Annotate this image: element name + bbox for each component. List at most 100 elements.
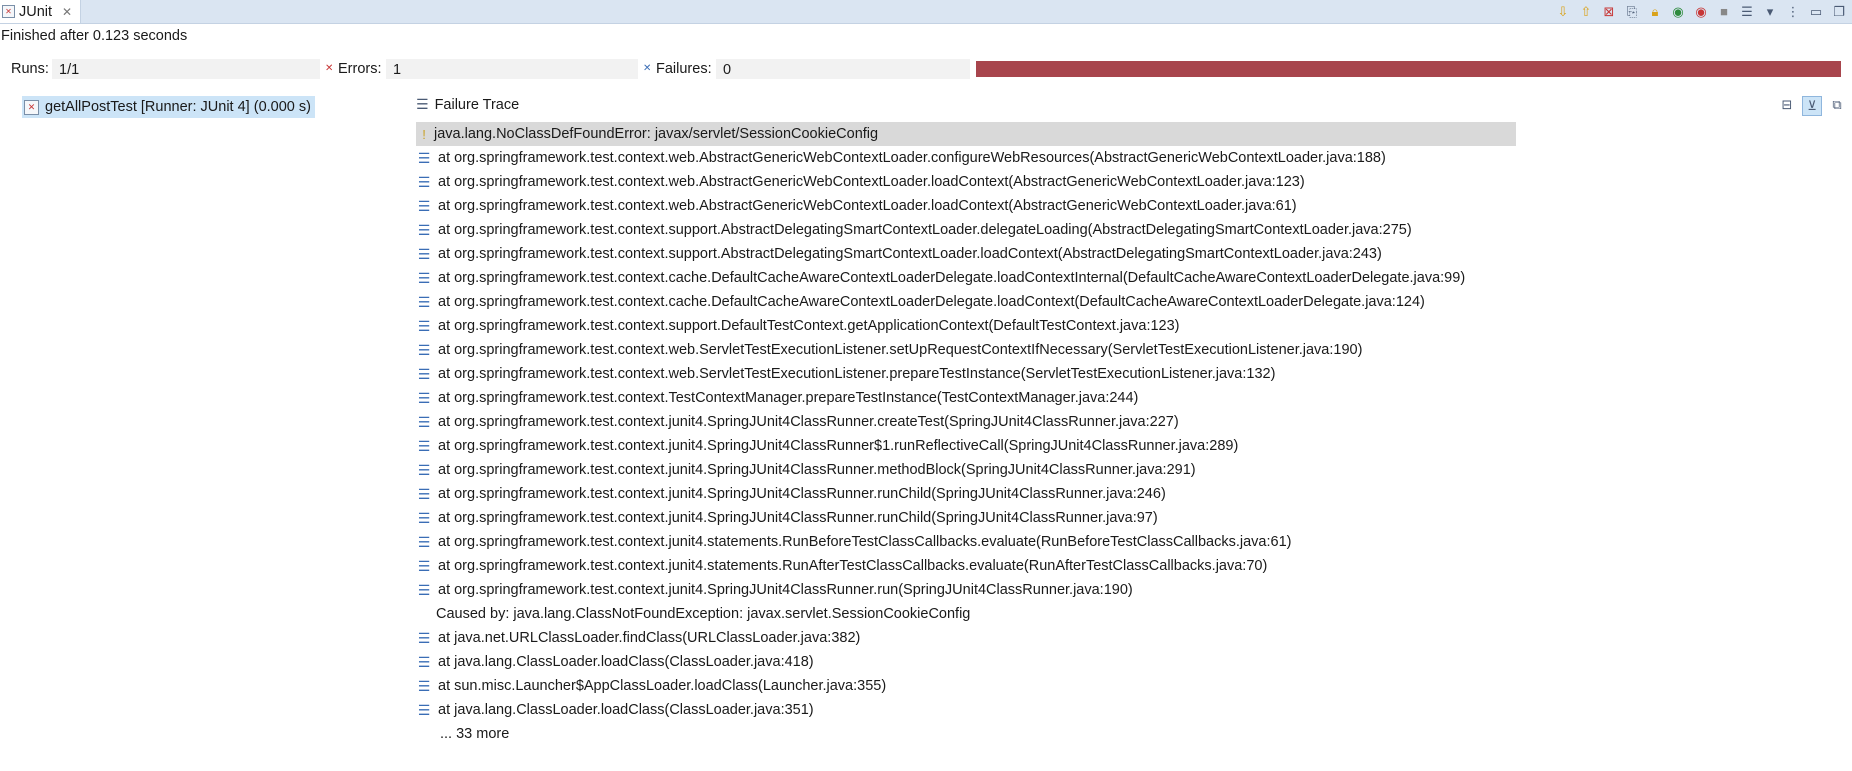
- stack-frame-icon: ☰: [417, 149, 431, 166]
- stack-frame-row[interactable]: ☰ at org.springframework.test.context.jun…: [416, 434, 1516, 458]
- stack-frame-text: at org.springframework.test.context.supp…: [438, 246, 1382, 262]
- junit-tab-label: JUnit: [19, 3, 53, 20]
- show-failures-only-icon[interactable]: ⊠: [1600, 3, 1618, 21]
- run-status-text: Finished after 0.123 seconds: [1, 28, 188, 44]
- stack-frame-row[interactable]: ☰ at org.springframework.test.context.web…: [416, 338, 1516, 362]
- stack-frame-icon: ☰: [417, 437, 431, 454]
- runs-label: Runs:: [11, 61, 49, 77]
- caused-by-row[interactable]: Caused by: java.lang.ClassNotFoundExcept…: [416, 602, 1516, 626]
- show-skipped-only-icon[interactable]: ⎘: [1623, 3, 1641, 21]
- exception-icon: !: [422, 126, 426, 142]
- stack-frame-icon: ☰: [417, 317, 431, 334]
- stack-frame-icon: ☰: [417, 341, 431, 358]
- stack-frame-text: at org.springframework.test.context.juni…: [438, 534, 1292, 550]
- stack-frame-row[interactable]: ☰ at org.springframework.test.context.jun…: [416, 506, 1516, 530]
- stack-frame-icon: ☰: [417, 413, 431, 430]
- stack-frame-icon: ☰: [417, 245, 431, 262]
- junit-tab[interactable]: ✕ JUnit ✕: [0, 0, 82, 23]
- stack-frame-row[interactable]: ☰ at org.springframework.test.context.jun…: [416, 482, 1516, 506]
- stack-frame-row[interactable]: ☰ at org.springframework.test.context.sup…: [416, 218, 1516, 242]
- stack-frame-row[interactable]: ☰ at org.springframework.test.context.jun…: [416, 410, 1516, 434]
- stack-frame-row[interactable]: ☰ at org.springframework.test.context.cac…: [416, 290, 1516, 314]
- stack-frame-row[interactable]: ☰ at java.lang.ClassLoader.loadClass(Clas…: [416, 698, 1516, 722]
- rerun-test-icon[interactable]: ◉: [1669, 3, 1687, 21]
- previous-failure-icon[interactable]: ⇧: [1577, 3, 1595, 21]
- stack-frame-icon: ☰: [417, 269, 431, 286]
- stack-frame-text: at org.springframework.test.context.supp…: [438, 222, 1412, 238]
- stack-frame-row[interactable]: ☰ at java.lang.ClassLoader.loadClass(Clas…: [416, 650, 1516, 674]
- next-failure-icon[interactable]: ⇩: [1554, 3, 1572, 21]
- stack-frame-text: at org.springframework.test.context.juni…: [438, 582, 1133, 598]
- stack-frame-text: at java.net.URLClassLoader.findClass(URL…: [438, 630, 861, 646]
- stack-frame-text: at org.springframework.test.context.juni…: [438, 462, 1196, 478]
- view-tab-bar: ✕ JUnit ✕ ⇩ ⇧ ⊠ ⎘ 🔒︎ ◉ ◉ ■ ☰ ▾ ⋮ ▭ ❐: [0, 0, 1852, 24]
- exception-row[interactable]: ! java.lang.NoClassDefFoundError: javax/…: [416, 122, 1516, 146]
- stack-frame-text: at org.springframework.test.context.Test…: [438, 390, 1139, 406]
- copy-trace-icon[interactable]: ⧉: [1828, 96, 1846, 114]
- stack-frame-row[interactable]: ☰ at sun.misc.Launcher$AppClassLoader.loa…: [416, 674, 1516, 698]
- stack-frame-text: at org.springframework.test.context.juni…: [438, 438, 1239, 454]
- failure-trace-panel: ☰ Failure Trace ⊟ ⊻ ⧉ ! java.lang.NoClas…: [416, 92, 1852, 771]
- test-tree-item-label: getAllPostTest [Runner: JUnit 4] (0.000 …: [45, 99, 311, 115]
- filter-stack-trace-icon[interactable]: ⊻: [1802, 96, 1822, 116]
- stack-frame-row[interactable]: ☰ at org.springframework.test.context.sup…: [416, 242, 1516, 266]
- stack-frame-row[interactable]: ☰ at org.springframework.test.context.jun…: [416, 530, 1516, 554]
- failures-label: Failures:: [656, 61, 712, 77]
- stack-frame-row[interactable]: ☰ at org.springframework.test.context.jun…: [416, 458, 1516, 482]
- stack-frame-text: at org.springframework.test.context.supp…: [438, 318, 1180, 334]
- stack-frame-icon: ☰: [417, 461, 431, 478]
- stack-frame-icon: ☰: [417, 701, 431, 718]
- view-menu-icon[interactable]: ⋮: [1784, 3, 1802, 21]
- stack-frame-row[interactable]: ☰ at org.springframework.test.context.jun…: [416, 554, 1516, 578]
- stack-frame-text: at sun.misc.Launcher$AppClassLoader.load…: [438, 678, 887, 694]
- stack-frame-icon: ☰: [417, 389, 431, 406]
- test-error-icon: ✕: [24, 99, 39, 115]
- stack-frame-text: at org.springframework.test.context.juni…: [438, 510, 1158, 526]
- stack-frame-icon: ☰: [417, 557, 431, 574]
- stack-frame-row[interactable]: ☰ at org.springframework.test.context.web…: [416, 194, 1516, 218]
- stack-frame-icon: ☰: [417, 629, 431, 646]
- test-tree-item[interactable]: ✕ getAllPostTest [Runner: JUnit 4] (0.00…: [22, 96, 315, 118]
- rerun-failed-first-icon[interactable]: ◉: [1692, 3, 1710, 21]
- exception-text: java.lang.NoClassDefFoundError: javax/se…: [434, 126, 879, 142]
- stack-frame-icon: ☰: [417, 581, 431, 598]
- more-frames-row: ... 33 more: [416, 722, 1516, 746]
- stack-frame-icon: ☰: [417, 677, 431, 694]
- failure-trace-header: ☰ Failure Trace: [416, 96, 519, 113]
- minimize-icon[interactable]: ▭: [1807, 3, 1825, 21]
- stack-frame-text: at org.springframework.test.context.cach…: [438, 294, 1425, 310]
- stack-frame-icon: ☰: [417, 173, 431, 190]
- progress-bar: [976, 61, 1841, 77]
- stack-frame-row[interactable]: ☰ at org.springframework.test.context.sup…: [416, 314, 1516, 338]
- stack-frame-icon: ☰: [417, 197, 431, 214]
- stack-frame-text: at org.springframework.test.context.web.…: [438, 150, 1386, 166]
- errors-value: 1: [386, 59, 638, 79]
- compare-result-icon[interactable]: ⊟: [1778, 96, 1796, 114]
- stack-frame-row[interactable]: ☰ at org.springframework.test.context.web…: [416, 146, 1516, 170]
- stack-frame-text: at org.springframework.test.context.juni…: [438, 486, 1166, 502]
- stack-frame-icon: ☰: [417, 485, 431, 502]
- stack-frame-icon: ☰: [417, 653, 431, 670]
- scroll-lock-icon[interactable]: 🔒︎: [1646, 3, 1664, 21]
- stack-frame-text: at java.lang.ClassLoader.loadClass(Class…: [438, 702, 814, 718]
- stack-trace-icon: ☰: [416, 96, 429, 112]
- errors-label: Errors:: [338, 61, 382, 77]
- stack-frame-row[interactable]: ☰ at org.springframework.test.context.web…: [416, 170, 1516, 194]
- stack-frame-text: at org.springframework.test.context.web.…: [438, 342, 1363, 358]
- stop-icon[interactable]: ■: [1715, 3, 1733, 21]
- trace-toolbar: ⊟ ⊻ ⧉: [1778, 96, 1846, 116]
- stack-frame-row[interactable]: ☰ at org.springframework.test.context.jun…: [416, 578, 1516, 602]
- stack-frame-row[interactable]: ☰ at org.springframework.test.context.web…: [416, 362, 1516, 386]
- maximize-icon[interactable]: ❐: [1830, 3, 1848, 21]
- stack-frame-text: at org.springframework.test.context.cach…: [438, 270, 1466, 286]
- stack-frame-text: at org.springframework.test.context.juni…: [438, 558, 1268, 574]
- close-icon[interactable]: ✕: [62, 5, 72, 19]
- stack-frame-text: at org.springframework.test.context.web.…: [438, 366, 1276, 382]
- error-icon: ✕: [325, 63, 334, 74]
- stack-frame-row[interactable]: ☰ at java.net.URLClassLoader.findClass(UR…: [416, 626, 1516, 650]
- test-run-history-icon[interactable]: ☰: [1738, 3, 1756, 21]
- history-dropdown-icon[interactable]: ▾: [1761, 3, 1779, 21]
- test-tree: ✕ getAllPostTest [Runner: JUnit 4] (0.00…: [0, 92, 410, 771]
- stack-frame-row[interactable]: ☰ at org.springframework.test.context.Tes…: [416, 386, 1516, 410]
- stack-frame-row[interactable]: ☰ at org.springframework.test.context.cac…: [416, 266, 1516, 290]
